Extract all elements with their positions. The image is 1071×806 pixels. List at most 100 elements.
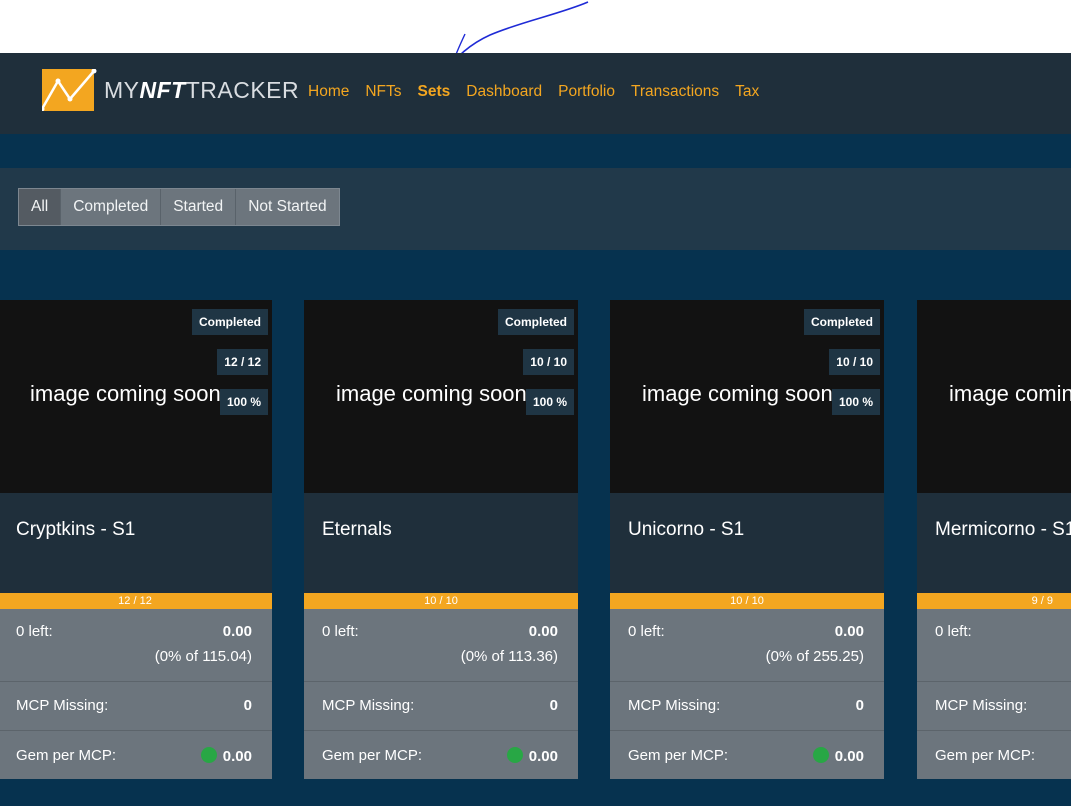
card-title[interactable]: Mermicorno - S1 [935,519,1071,541]
nav-home[interactable]: Home [300,83,357,101]
left-subvalue: (0% of 255.25) [765,648,864,665]
mcp-missing-value: 0 [243,697,252,714]
gem-per-mcp-label: Gem per MCP: [16,747,117,764]
gem-per-mcp-row: Gem per MCP: 0.00 [610,731,884,779]
image-placeholder-text: image coming soon [949,381,1071,406]
image-placeholder-text: image coming soon [30,381,221,406]
left-label: 0 left: [16,623,53,640]
card-title[interactable]: Eternals [322,519,392,541]
card-stats: 0 left: 0.00 (0% of 115.04) MCP Missing:… [0,609,272,779]
progress-label: 9 / 9 [1031,595,1053,607]
filter-completed-button[interactable]: Completed [61,189,162,225]
status-badge: Completed [803,309,880,335]
left-label: 0 left: [628,623,665,640]
count-badge: 10 / 10 [829,349,880,375]
page-top-area [0,0,1071,53]
gem-per-mcp-row: Gem per MCP: [917,731,1071,779]
gem-per-mcp-label: Gem per MCP: [628,747,729,764]
progress-label: 10 / 10 [730,595,764,607]
chart-logo-icon [39,68,97,112]
left-row: 0 left: 0.00 (0% of 113.36) [304,609,578,682]
image-placeholder-text: image coming soon [336,381,527,406]
gem-per-mcp-row: Gem per MCP: 0.00 [304,731,578,779]
mcp-missing-label: MCP Missing: [935,697,1028,714]
green-dot-icon [506,747,523,763]
green-dot-icon [200,747,217,763]
card-image: image coming soon [917,300,1071,493]
set-card[interactable]: image coming soon Completed 10 / 10 100 … [304,300,578,779]
gem-per-mcp-label: Gem per MCP: [322,747,423,764]
filter-all-button[interactable]: All [19,189,62,225]
nav-links: Home NFTs Sets Dashboard Portfolio Trans… [300,83,767,101]
progress-bar: 9 / 9 [917,593,1071,609]
progress-bar: 10 / 10 [304,593,578,609]
left-row: 0 left: 0.00 (0% of 255.25) [610,609,884,682]
brand-logo[interactable]: MYNFTTRACKER [38,68,299,113]
status-badge: Completed [191,309,268,335]
gem-per-mcp-row: Gem per MCP: 0.00 [0,731,272,779]
nav-transactions[interactable]: Transactions [623,83,727,101]
filter-button-group: All Completed Started Not Started [18,188,340,226]
set-card[interactable]: image coming soon Completed 12 / 12 100 … [0,300,272,779]
set-card[interactable]: image coming soon Mermicorno - S1 9 / 9 … [917,300,1071,779]
status-badge: Completed [497,309,574,335]
card-title[interactable]: Cryptkins - S1 [16,519,135,541]
card-image: image coming soon Completed 10 / 10 100 … [304,300,578,493]
card-stats: 0 left: MCP Missing: Gem per MCP: [917,609,1071,779]
gem-per-mcp-value: 0.00 [834,748,864,765]
left-label: 0 left: [322,623,359,640]
card-header: Eternals [304,493,578,593]
nav-dashboard[interactable]: Dashboard [458,83,550,101]
set-cards-grid: image coming soon Completed 12 / 12 100 … [0,300,1071,779]
mcp-missing-label: MCP Missing: [16,697,109,714]
gem-per-mcp-value: 0.00 [528,748,558,765]
brand-name: MYNFTTRACKER [104,77,300,103]
gem-per-mcp-value: 0.00 [222,748,252,765]
nav-nfts[interactable]: NFTs [357,83,409,101]
left-row: 0 left: [917,609,1071,682]
mcp-missing-label: MCP Missing: [322,697,415,714]
left-label: 0 left: [935,623,972,640]
nav-portfolio[interactable]: Portfolio [550,83,623,101]
progress-bar: 12 / 12 [0,593,272,609]
filter-bar: All Completed Started Not Started [0,168,1071,250]
percent-badge: 100 % [219,389,268,415]
percent-badge: 100 % [525,389,574,415]
navbar: MYNFTTRACKER Home NFTs Sets Dashboard Po… [0,53,1071,134]
card-image: image coming soon Completed 12 / 12 100 … [0,300,272,493]
card-image: image coming soon Completed 10 / 10 100 … [610,300,884,493]
green-dot-icon [812,747,829,763]
left-row: 0 left: 0.00 (0% of 115.04) [0,609,272,682]
image-placeholder-text: image coming soon [642,381,833,406]
set-card[interactable]: image coming soon Completed 10 / 10 100 … [610,300,884,779]
percent-badge: 100 % [831,389,880,415]
progress-label: 12 / 12 [118,595,152,607]
left-value: 0.00 [834,623,864,640]
mcp-missing-row: MCP Missing: 0 [304,682,578,731]
mcp-missing-row: MCP Missing: 0 [610,682,884,731]
card-header: Unicorno - S1 [610,493,884,593]
count-badge: 10 / 10 [523,349,574,375]
mcp-missing-label: MCP Missing: [628,697,721,714]
progress-label: 10 / 10 [424,595,458,607]
mcp-missing-row: MCP Missing: [917,682,1071,731]
nav-sets[interactable]: Sets [410,83,459,101]
progress-bar: 10 / 10 [610,593,884,609]
mcp-missing-value: 0 [549,697,558,714]
mcp-missing-row: MCP Missing: 0 [0,682,272,731]
filter-started-button[interactable]: Started [161,189,237,225]
mcp-missing-value: 0 [855,697,864,714]
gem-per-mcp-label: Gem per MCP: [935,747,1036,764]
card-stats: 0 left: 0.00 (0% of 113.36) MCP Missing:… [304,609,578,779]
card-title[interactable]: Unicorno - S1 [628,519,744,541]
count-badge: 12 / 12 [217,349,268,375]
filter-not-started-button[interactable]: Not Started [236,189,339,225]
left-value: 0.00 [222,623,252,640]
left-subvalue: (0% of 113.36) [460,648,558,665]
card-header: Cryptkins - S1 [0,493,272,593]
card-stats: 0 left: 0.00 (0% of 255.25) MCP Missing:… [610,609,884,779]
left-subvalue: (0% of 115.04) [154,648,252,665]
card-header: Mermicorno - S1 [917,493,1071,593]
nav-tax[interactable]: Tax [727,83,767,101]
left-value: 0.00 [528,623,558,640]
